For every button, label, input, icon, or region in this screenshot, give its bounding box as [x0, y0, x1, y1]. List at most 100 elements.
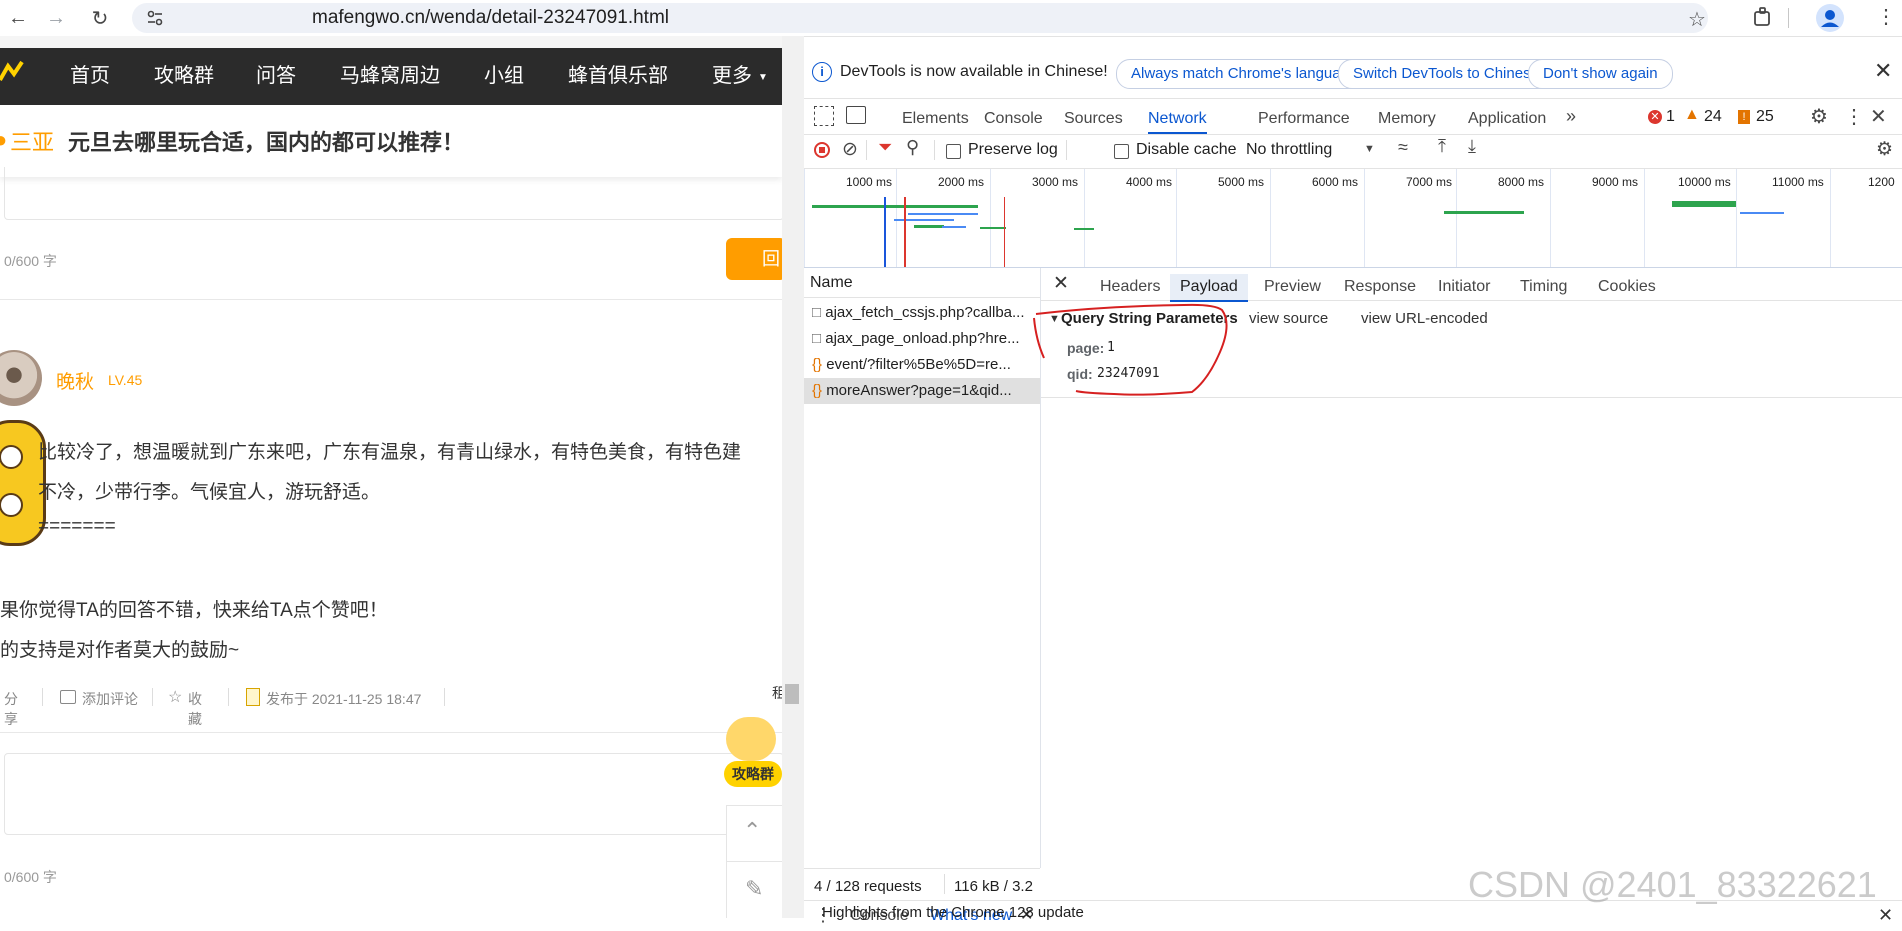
reply-button[interactable]: 回 — [726, 238, 782, 280]
divider — [0, 732, 782, 733]
network-toolbar: ⊘ ⏷ ⚲ Preserve log Disable cache No thro… — [804, 134, 1902, 169]
match-language-button[interactable]: Always match Chrome's language — [1116, 59, 1373, 89]
request-row[interactable]: □ ajax_page_onload.php?hre... — [804, 326, 1040, 352]
answer-username[interactable]: 晚秋 — [56, 367, 94, 394]
view-url-encoded-link[interactable]: view URL-encoded — [1361, 310, 1488, 327]
filter-icon[interactable]: ⏷ — [878, 137, 892, 158]
search-icon[interactable]: ⚲ — [906, 137, 919, 158]
nav-home[interactable]: 首页 — [70, 48, 110, 105]
timeline-label: 5000 ms — [1218, 175, 1265, 189]
timeline-label: 10000 ms — [1678, 175, 1731, 189]
name-column-header[interactable]: Name — [804, 268, 1040, 298]
avatar[interactable] — [0, 350, 42, 406]
nav-merch[interactable]: 马蜂窝周边 — [340, 48, 440, 105]
site-info-icon[interactable] — [146, 9, 164, 27]
tab-initiator[interactable]: Initiator — [1438, 274, 1490, 300]
tab-network[interactable]: Network — [1148, 106, 1207, 134]
nav-groups[interactable]: 小组 — [484, 48, 524, 105]
tab-memory[interactable]: Memory — [1378, 106, 1436, 132]
settings-gear-icon[interactable]: ⚙ — [1810, 104, 1828, 129]
network-overview[interactable]: 1000 ms 2000 ms 3000 ms 4000 ms 5000 ms … — [804, 169, 1902, 268]
close-drawer-icon[interactable]: ✕ — [1878, 905, 1893, 926]
profile-avatar-icon[interactable] — [1816, 4, 1844, 32]
comment-textarea[interactable] — [4, 753, 782, 835]
request-row[interactable]: {} event/?filter%5Be%5D=re... — [804, 352, 1040, 378]
add-comment-link[interactable]: 添加评论 — [82, 689, 138, 709]
tab-application[interactable]: Application — [1468, 106, 1546, 132]
close-detail-icon[interactable]: ✕ — [1053, 272, 1069, 295]
nav-qa[interactable]: 问答 — [256, 48, 296, 105]
tab-console[interactable]: Console — [984, 106, 1043, 132]
mafengwo-logo-icon[interactable] — [0, 58, 26, 88]
clear-icon[interactable]: ⊘ — [842, 138, 858, 161]
tab-preview[interactable]: Preview — [1264, 274, 1321, 300]
nav-more[interactable]: 更多 — [712, 48, 752, 105]
throttling-select[interactable]: No throttling — [1246, 141, 1332, 159]
devtools-splitter[interactable] — [782, 36, 804, 918]
request-name: event/?filter%5Be%5D=re... — [826, 356, 1011, 373]
tab-response[interactable]: Response — [1344, 274, 1416, 300]
close-devtools-icon[interactable]: ✕ — [1870, 104, 1887, 129]
share-link[interactable]: 分享 — [4, 689, 18, 729]
issue-count[interactable]: 25 — [1756, 108, 1774, 126]
inspect-element-icon[interactable] — [814, 106, 834, 126]
forward-arrow-icon[interactable]: → — [42, 4, 70, 32]
nav-guide-group[interactable]: 攻略群 — [154, 48, 214, 105]
close-icon[interactable]: ✕ — [1874, 58, 1892, 84]
dont-show-again-button[interactable]: Don't show again — [1528, 59, 1673, 89]
browser-menu-icon[interactable]: ⋮ — [1876, 4, 1896, 29]
divider — [944, 874, 945, 894]
star-icon: ☆ — [168, 689, 183, 706]
timeline-label: 4000 ms — [1126, 175, 1173, 189]
timeline-label: 11000 ms — [1772, 175, 1824, 189]
question-tag[interactable]: 三亚 — [10, 125, 54, 157]
extensions-icon[interactable] — [1752, 6, 1774, 28]
edit-button[interactable]: ✎ — [726, 861, 782, 918]
warning-count[interactable]: 24 — [1704, 108, 1722, 126]
scroll-top-button[interactable]: ⌃ — [726, 805, 782, 863]
preserve-log-checkbox[interactable] — [946, 144, 961, 159]
request-bar — [942, 226, 966, 228]
request-row[interactable]: □ ajax_fetch_cssjs.php?callba... — [804, 300, 1040, 326]
favorite-link[interactable]: 收藏 — [188, 689, 202, 729]
request-bar — [1672, 201, 1736, 207]
device-toolbar-icon[interactable] — [846, 106, 866, 124]
timeline-label: 1200 — [1868, 175, 1895, 189]
tab-headers[interactable]: Headers — [1100, 274, 1160, 300]
import-har-icon[interactable]: ⤒ — [1438, 136, 1446, 157]
mascot-float-icon[interactable] — [726, 717, 776, 761]
float-side-text[interactable]: 租 — [772, 683, 782, 703]
network-conditions-icon[interactable]: ≈ — [1398, 137, 1408, 158]
export-har-icon[interactable]: ⤓ — [1468, 136, 1476, 157]
guide-group-badge[interactable]: 攻略群 — [724, 761, 782, 787]
reply-textarea[interactable] — [4, 167, 782, 220]
divider — [152, 688, 153, 706]
site-nav-bar: 首页 攻略群 问答 马蜂窝周边 小组 蜂首俱乐部 更多 ▼ — [0, 48, 782, 105]
back-arrow-icon[interactable]: ← — [4, 4, 32, 32]
tab-elements[interactable]: Elements — [902, 106, 969, 132]
scrollbar-thumb[interactable] — [785, 684, 799, 704]
tab-performance[interactable]: Performance — [1258, 106, 1350, 132]
tab-cookies[interactable]: Cookies — [1598, 274, 1656, 300]
switch-to-chinese-button[interactable]: Switch DevTools to Chinese — [1338, 59, 1554, 89]
red-annotation-circle — [1033, 303, 1228, 396]
disable-cache-checkbox[interactable] — [1114, 144, 1129, 159]
tab-sources[interactable]: Sources — [1064, 106, 1123, 132]
record-stop-icon[interactable] — [814, 142, 830, 158]
devtools-menu-icon[interactable]: ⋮ — [1844, 104, 1864, 129]
tab-payload[interactable]: Payload — [1170, 274, 1248, 302]
network-settings-icon[interactable]: ⚙ — [1876, 138, 1893, 161]
divider — [866, 140, 867, 160]
language-banner: i DevTools is now available in Chinese! … — [804, 48, 1902, 99]
more-tabs-icon[interactable]: » — [1566, 106, 1576, 127]
chevron-down-icon: ▼ — [758, 72, 768, 83]
reload-icon[interactable]: ↻ — [86, 4, 114, 32]
error-count[interactable]: 1 — [1666, 108, 1675, 126]
address-bar[interactable]: mafengwo.cn/wenda/detail-23247091.html ☆ — [132, 3, 1708, 33]
browser-toolbar: ← → ↻ mafengwo.cn/wenda/detail-23247091.… — [0, 0, 1902, 37]
issue-icon: ! — [1738, 110, 1750, 124]
nav-club[interactable]: 蜂首俱乐部 — [568, 48, 668, 105]
bookmark-star-icon[interactable]: ☆ — [1688, 7, 1706, 32]
tab-timing[interactable]: Timing — [1520, 274, 1567, 300]
request-row-selected[interactable]: {} moreAnswer?page=1&qid... — [804, 378, 1040, 404]
